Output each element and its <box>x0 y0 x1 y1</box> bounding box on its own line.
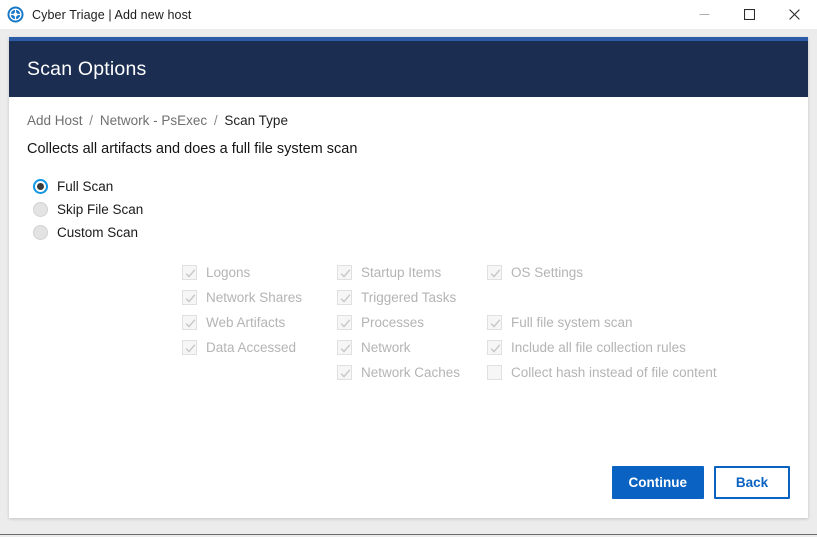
checkbox-processes[interactable] <box>337 315 352 330</box>
checkbox-label-include-all-file-collection-rules: Include all file collection rules <box>511 340 686 355</box>
checkbox-row-web-artifacts[interactable]: Web Artifacts <box>182 310 302 335</box>
check-icon <box>185 344 196 353</box>
cyber-triage-logo-icon <box>7 6 24 23</box>
checkbox-row-processes[interactable]: Processes <box>337 310 460 335</box>
maximize-button[interactable] <box>727 0 772 29</box>
checkbox-label-processes: Processes <box>361 315 425 330</box>
page-title: Scan Options <box>27 57 147 80</box>
check-icon <box>185 294 196 303</box>
checkbox-label-collect-hash-instead-of-file-content: Collect hash instead of file content <box>511 365 717 380</box>
scan-description: Collects all artifacts and does a full f… <box>27 141 358 157</box>
checkbox-label-os-settings: OS Settings <box>511 265 584 280</box>
checkbox-full-file-system-scan[interactable] <box>487 315 502 330</box>
radio-label-custom-scan: Custom Scan <box>57 225 139 240</box>
window-title: Cyber Triage | Add new host <box>32 7 192 22</box>
checkbox-row-logons[interactable]: Logons <box>182 260 302 285</box>
checkbox-label-data-accessed: Data Accessed <box>206 340 297 355</box>
back-button[interactable]: Back <box>714 466 790 499</box>
checkbox-label-network: Network <box>361 340 411 355</box>
radio-indicator-custom-scan <box>33 225 48 240</box>
checkbox-label-network-caches: Network Caches <box>361 365 461 380</box>
breadcrumb-item-network-psexec[interactable]: Network - PsExec <box>100 113 207 128</box>
checkbox-row-data-accessed[interactable]: Data Accessed <box>182 335 302 360</box>
minimize-icon <box>699 14 710 15</box>
checkbox-row-include-all-file-collection-rules[interactable]: Include all file collection rules <box>487 335 717 360</box>
checkbox-web-artifacts[interactable] <box>182 315 197 330</box>
checkbox-row-startup-items[interactable]: Startup Items <box>337 260 460 285</box>
check-icon <box>490 344 501 353</box>
title-bar: Cyber Triage | Add new host <box>0 0 817 29</box>
close-button[interactable] <box>772 0 817 29</box>
check-icon <box>340 319 351 328</box>
checkbox-startup-items[interactable] <box>337 265 352 280</box>
checkbox-row-network-shares[interactable]: Network Shares <box>182 285 302 310</box>
footer-actions: Continue Back <box>611 466 790 499</box>
checkbox-row-network-caches[interactable]: Network Caches <box>337 360 460 385</box>
scan-options-card: Scan Options Add Host / Network - PsExec… <box>9 37 808 518</box>
checkbox-network-caches[interactable] <box>337 365 352 380</box>
minimize-button[interactable] <box>682 0 727 29</box>
artifact-column-1: Logons Network Shares Web Artifacts Data… <box>182 260 302 360</box>
checkbox-label-logons: Logons <box>206 265 251 280</box>
maximize-icon <box>744 9 755 20</box>
checkbox-row-full-file-system-scan[interactable]: Full file system scan <box>487 310 717 335</box>
check-icon <box>340 294 351 303</box>
radio-option-custom-scan[interactable]: Custom Scan <box>33 221 143 244</box>
check-icon <box>490 269 501 278</box>
checkbox-row-os-settings[interactable]: OS Settings <box>487 260 717 285</box>
check-icon <box>185 319 196 328</box>
checkbox-label-web-artifacts: Web Artifacts <box>206 315 286 330</box>
radio-label-skip-file-scan: Skip File Scan <box>57 202 144 217</box>
scan-options-content: Add Host / Network - PsExec / Scan Type … <box>9 97 808 518</box>
breadcrumb-separator: / <box>89 113 94 128</box>
check-icon <box>490 319 501 328</box>
radio-option-full-scan[interactable]: Full Scan <box>33 175 143 198</box>
add-new-host-window: Cyber Triage | Add new host Scan Options… <box>0 0 817 537</box>
check-icon <box>340 369 351 378</box>
checkbox-network-shares[interactable] <box>182 290 197 305</box>
checkbox-os-settings[interactable] <box>487 265 502 280</box>
checkbox-row-triggered-tasks[interactable]: Triggered Tasks <box>337 285 460 310</box>
checkbox-network[interactable] <box>337 340 352 355</box>
checkbox-triggered-tasks[interactable] <box>337 290 352 305</box>
title-bar-left: Cyber Triage | Add new host <box>0 6 682 23</box>
radio-indicator-full-scan <box>33 179 48 194</box>
breadcrumb-item-scan-type: Scan Type <box>224 113 288 128</box>
radio-label-full-scan: Full Scan <box>57 179 114 194</box>
window-controls <box>682 0 817 29</box>
check-icon <box>340 269 351 278</box>
checkbox-data-accessed[interactable] <box>182 340 197 355</box>
radio-indicator-skip-file-scan <box>33 202 48 217</box>
breadcrumb: Add Host / Network - PsExec / Scan Type <box>27 113 288 128</box>
checkbox-row-collect-hash-instead-of-file-content[interactable]: Collect hash instead of file content <box>487 360 717 385</box>
scan-type-radio-group: Full Scan Skip File Scan Custom Scan <box>33 175 143 244</box>
check-icon <box>340 344 351 353</box>
checkbox-row-network[interactable]: Network <box>337 335 460 360</box>
close-icon <box>789 9 800 20</box>
checkbox-label-network-shares: Network Shares <box>206 290 303 305</box>
artifact-column-3: OS Settings Full file system scan Includ… <box>487 260 717 385</box>
checkbox-label-startup-items: Startup Items <box>361 265 442 280</box>
artifact-column-2: Startup Items Triggered Tasks Processes … <box>337 260 460 385</box>
check-icon <box>185 269 196 278</box>
scan-options-banner: Scan Options <box>9 37 808 97</box>
page-body: Scan Options Add Host / Network - PsExec… <box>0 29 817 537</box>
continue-button[interactable]: Continue <box>611 466 704 499</box>
checkbox-include-all-file-collection-rules[interactable] <box>487 340 502 355</box>
breadcrumb-separator: / <box>213 113 218 128</box>
radio-option-skip-file-scan[interactable]: Skip File Scan <box>33 198 143 221</box>
breadcrumb-item-add-host[interactable]: Add Host <box>27 113 83 128</box>
checkbox-label-full-file-system-scan: Full file system scan <box>511 315 633 330</box>
checkbox-logons[interactable] <box>182 265 197 280</box>
checkbox-label-triggered-tasks: Triggered Tasks <box>361 290 457 305</box>
checkbox-collect-hash-instead-of-file-content[interactable] <box>487 365 502 380</box>
